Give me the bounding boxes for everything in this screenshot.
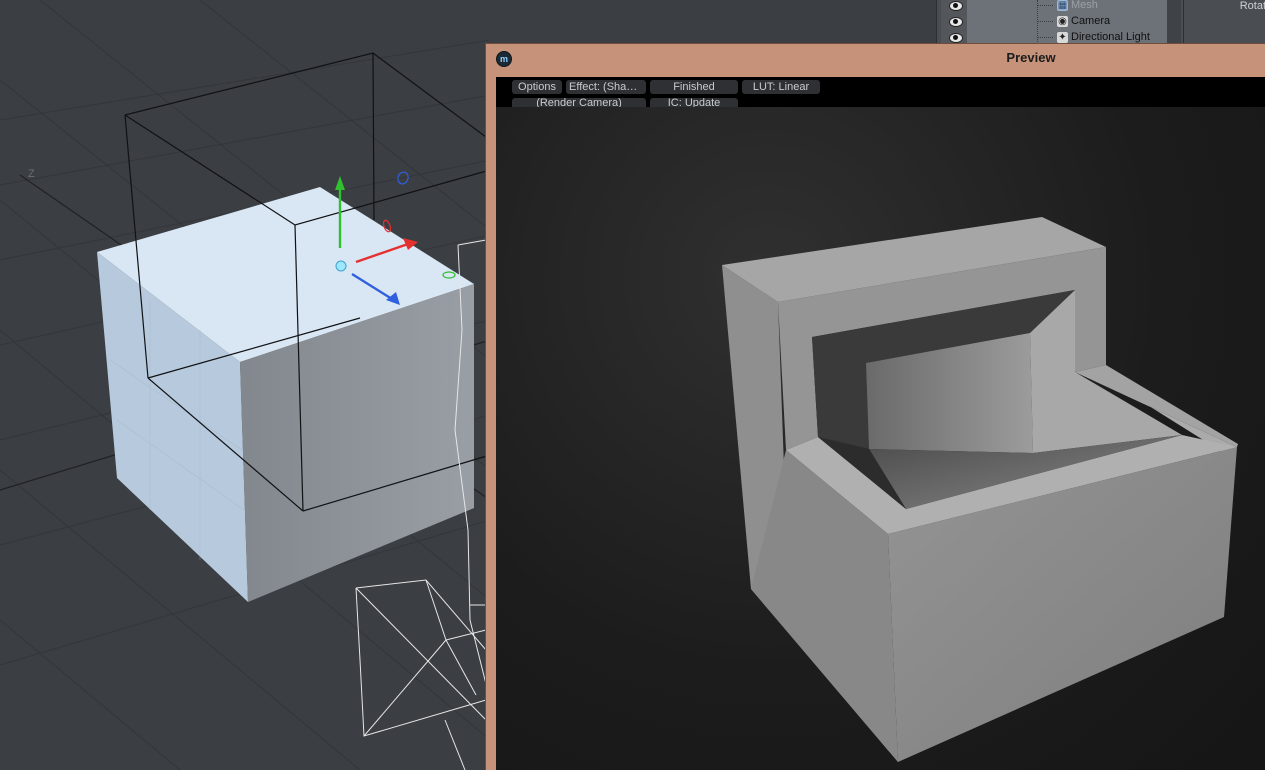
eye-icon[interactable]: [949, 33, 963, 43]
eye-icon[interactable]: [949, 17, 963, 27]
item-label: Mesh: [1071, 0, 1098, 11]
app-root: Z ▦ Mesh ◉ Camera ✦ Directional Light Ro…: [0, 0, 1265, 770]
ic-update-button[interactable]: IC: Update: [650, 98, 738, 107]
property-label: Rotat: [1239, 0, 1265, 12]
render-status[interactable]: Finished: [650, 80, 738, 94]
camera-dropdown[interactable]: (Render Camera): [512, 98, 646, 107]
item-label: Camera: [1071, 15, 1111, 27]
tree-branch: [1037, 5, 1053, 6]
options-button[interactable]: Options: [512, 80, 562, 94]
item-row-camera[interactable]: ◉ Camera: [937, 14, 1183, 30]
item-list-scrollbar[interactable]: [1167, 0, 1181, 44]
preview-title: Preview: [1006, 50, 1056, 65]
rendered-object: [722, 217, 1238, 762]
tree-branch: [1037, 37, 1053, 38]
axis-label: Z: [28, 168, 35, 180]
item-row-mesh[interactable]: ▦ Mesh: [937, 0, 1183, 14]
camera-icon: ◉: [1057, 16, 1068, 27]
effect-dropdown[interactable]: Effect: (Shadi...: [566, 80, 646, 94]
preview-titlebar[interactable]: m Preview: [486, 44, 1265, 72]
preview-render[interactable]: [496, 107, 1265, 770]
mesh-icon: ▦: [1057, 0, 1068, 11]
item-list-panel[interactable]: ▦ Mesh ◉ Camera ✦ Directional Light: [936, 0, 1183, 44]
properties-panel: Rotat: [1183, 0, 1265, 44]
item-label: Directional Light: [1071, 31, 1150, 43]
preview-toolbar: Options Effect: (Shadi... Finished LUT: …: [496, 77, 1265, 107]
tree-branch: [1037, 21, 1053, 22]
lut-dropdown[interactable]: LUT: Linear: [742, 80, 820, 94]
preview-window[interactable]: m Preview Options Effect: (Shadi... Fini…: [485, 43, 1265, 770]
item-row-directional-light[interactable]: ✦ Directional Light: [937, 30, 1183, 44]
light-icon: ✦: [1057, 32, 1068, 43]
cube-mesh[interactable]: [97, 187, 474, 602]
eye-icon[interactable]: [949, 1, 963, 11]
